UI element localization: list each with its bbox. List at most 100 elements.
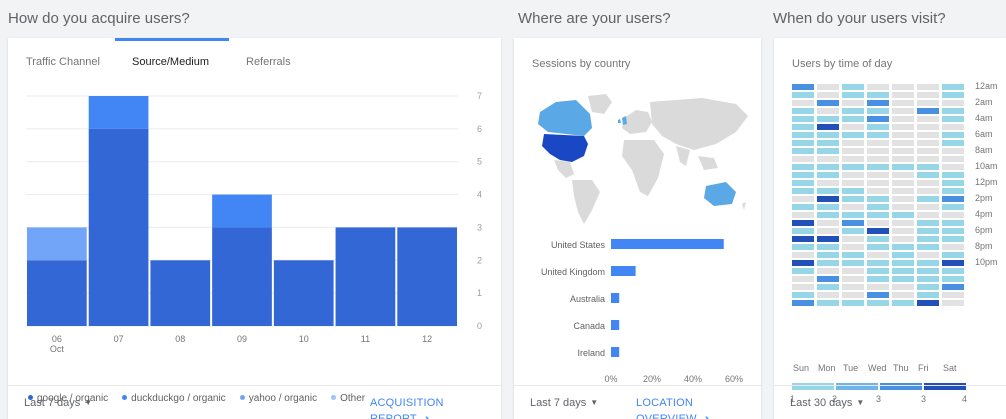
- heatmap-cell[interactable]: [917, 300, 939, 306]
- heatmap-cell[interactable]: [792, 92, 814, 98]
- heatmap-cell[interactable]: [942, 284, 964, 290]
- heatmap-cell[interactable]: [942, 156, 964, 162]
- heatmap-cell[interactable]: [892, 100, 914, 106]
- heatmap-cell[interactable]: [867, 172, 889, 178]
- heatmap-cell[interactable]: [942, 268, 964, 274]
- tab-source-medium[interactable]: Source/Medium: [132, 56, 209, 68]
- heatmap-cell[interactable]: [867, 260, 889, 266]
- date-range-dropdown[interactable]: Last 7 days ▼: [24, 397, 92, 409]
- heatmap-cell[interactable]: [917, 180, 939, 186]
- heatmap-cell[interactable]: [917, 284, 939, 290]
- heatmap-cell[interactable]: [942, 148, 964, 154]
- heatmap-cell[interactable]: [817, 132, 839, 138]
- heatmap-cell[interactable]: [942, 180, 964, 186]
- bar-segment[interactable]: [273, 260, 334, 326]
- heatmap-cell[interactable]: [867, 108, 889, 114]
- heatmap-cell[interactable]: [792, 196, 814, 202]
- heatmap-cell[interactable]: [842, 188, 864, 194]
- heatmap-cell[interactable]: [892, 124, 914, 130]
- heatmap-cell[interactable]: [942, 84, 964, 90]
- bar-segment[interactable]: [397, 227, 457, 326]
- heatmap-cell[interactable]: [817, 268, 839, 274]
- heatmap-cell[interactable]: [867, 124, 889, 130]
- heatmap-cell[interactable]: [892, 204, 914, 210]
- heatmap-cell[interactable]: [867, 196, 889, 202]
- heatmap-cell[interactable]: [942, 124, 964, 130]
- heatmap-cell[interactable]: [917, 100, 939, 106]
- country-bar[interactable]: [611, 266, 636, 276]
- heatmap-cell[interactable]: [842, 204, 864, 210]
- heatmap-cell[interactable]: [842, 268, 864, 274]
- heatmap-cell[interactable]: [792, 252, 814, 258]
- heatmap-cell[interactable]: [867, 164, 889, 170]
- heatmap-cell[interactable]: [917, 92, 939, 98]
- heatmap-cell[interactable]: [867, 180, 889, 186]
- heatmap-cell[interactable]: [892, 140, 914, 146]
- heatmap-cell[interactable]: [917, 212, 939, 218]
- heatmap-cell[interactable]: [792, 116, 814, 122]
- heatmap-cell[interactable]: [892, 252, 914, 258]
- heatmap-cell[interactable]: [792, 124, 814, 130]
- country-bar[interactable]: [611, 320, 620, 330]
- heatmap-cell[interactable]: [892, 84, 914, 90]
- date-range-dropdown[interactable]: Last 7 days ▼: [530, 397, 598, 409]
- heatmap-cell[interactable]: [867, 148, 889, 154]
- heatmap-cell[interactable]: [867, 84, 889, 90]
- heatmap-cell[interactable]: [917, 116, 939, 122]
- heatmap-cell[interactable]: [842, 156, 864, 162]
- heatmap-cell[interactable]: [892, 260, 914, 266]
- heatmap-cell[interactable]: [867, 292, 889, 298]
- heatmap-cell[interactable]: [917, 164, 939, 170]
- heatmap-cell[interactable]: [917, 236, 939, 242]
- heatmap-cell[interactable]: [842, 292, 864, 298]
- heatmap-cell[interactable]: [867, 140, 889, 146]
- heatmap-cell[interactable]: [942, 252, 964, 258]
- heatmap-cell[interactable]: [867, 212, 889, 218]
- heatmap-cell[interactable]: [917, 244, 939, 250]
- heatmap-cell[interactable]: [792, 140, 814, 146]
- heatmap-cell[interactable]: [842, 244, 864, 250]
- heatmap-cell[interactable]: [842, 236, 864, 242]
- heatmap-cell[interactable]: [867, 252, 889, 258]
- bar-segment[interactable]: [27, 227, 87, 261]
- heatmap-cell[interactable]: [817, 212, 839, 218]
- heatmap-cell[interactable]: [817, 284, 839, 290]
- heatmap-cell[interactable]: [842, 260, 864, 266]
- heatmap-cell[interactable]: [842, 148, 864, 154]
- heatmap-cell[interactable]: [792, 180, 814, 186]
- heatmap-cell[interactable]: [817, 172, 839, 178]
- heatmap-cell[interactable]: [917, 124, 939, 130]
- heatmap-cell[interactable]: [842, 164, 864, 170]
- heatmap-cell[interactable]: [917, 148, 939, 154]
- heatmap-cell[interactable]: [842, 300, 864, 306]
- heatmap-cell[interactable]: [867, 268, 889, 274]
- heatmap-cell[interactable]: [842, 108, 864, 114]
- heatmap-cell[interactable]: [817, 276, 839, 282]
- heatmap-cell[interactable]: [892, 180, 914, 186]
- heatmap-cell[interactable]: [892, 172, 914, 178]
- heatmap-cell[interactable]: [792, 276, 814, 282]
- heatmap-cell[interactable]: [792, 212, 814, 218]
- heatmap-cell[interactable]: [817, 236, 839, 242]
- heatmap-cell[interactable]: [842, 276, 864, 282]
- heatmap-cell[interactable]: [892, 300, 914, 306]
- heatmap-cell[interactable]: [942, 92, 964, 98]
- heatmap-cell[interactable]: [817, 108, 839, 114]
- heatmap-cell[interactable]: [867, 228, 889, 234]
- heatmap-cell[interactable]: [842, 172, 864, 178]
- heatmap-cell[interactable]: [817, 204, 839, 210]
- heatmap-cell[interactable]: [842, 140, 864, 146]
- heatmap-cell[interactable]: [942, 300, 964, 306]
- heatmap-cell[interactable]: [892, 276, 914, 282]
- heatmap-cell[interactable]: [942, 244, 964, 250]
- bar-segment[interactable]: [88, 96, 149, 129]
- heatmap-cell[interactable]: [917, 204, 939, 210]
- heatmap-cell[interactable]: [892, 156, 914, 162]
- heatmap-cell[interactable]: [817, 140, 839, 146]
- heatmap-cell[interactable]: [817, 84, 839, 90]
- heatmap-cell[interactable]: [892, 108, 914, 114]
- bar-segment[interactable]: [27, 260, 87, 326]
- heatmap-cell[interactable]: [867, 156, 889, 162]
- heatmap-cell[interactable]: [792, 204, 814, 210]
- heatmap-cell[interactable]: [792, 108, 814, 114]
